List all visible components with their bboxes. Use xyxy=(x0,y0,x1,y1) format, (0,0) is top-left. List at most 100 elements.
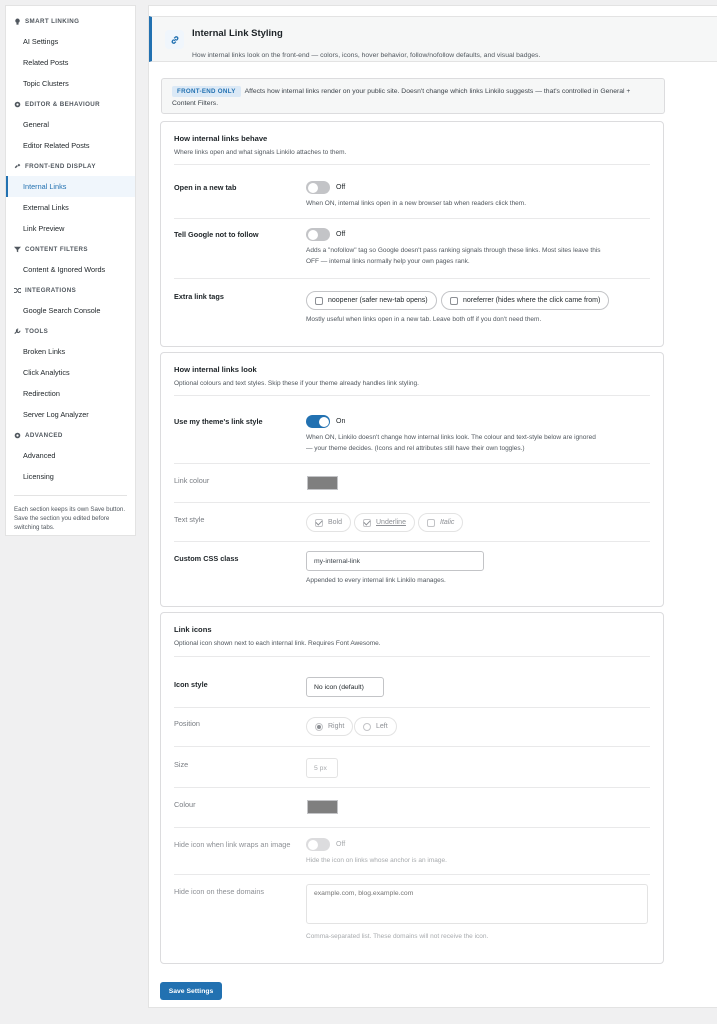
sidebar-item-related-posts[interactable]: Related Posts xyxy=(6,52,135,73)
divider xyxy=(174,746,650,747)
css-class-input[interactable]: my-internal-link xyxy=(306,551,484,571)
text-style-label: Text style xyxy=(174,515,205,524)
position-right-radio[interactable]: Right xyxy=(306,717,354,736)
link-colour-label: Link colour xyxy=(174,476,210,485)
card-title: How internal links behave xyxy=(174,134,268,143)
divider xyxy=(174,827,650,828)
noopener-checkbox[interactable]: noopener (safer new-tab opens) xyxy=(306,291,437,310)
section-title: EDITOR & BEHAVIOUR xyxy=(25,100,101,108)
new-tab-toggle[interactable] xyxy=(306,181,330,194)
sidebar-item-general[interactable]: General xyxy=(6,114,135,135)
position-right-label: Right xyxy=(328,723,345,730)
page-subtitle: How internal links look on the front-end… xyxy=(192,52,541,59)
hide-image-label: Hide icon when link wraps an image xyxy=(174,840,291,849)
card-title: How internal links look xyxy=(174,365,257,374)
sidebar-item-content-ignored-words[interactable]: Content & Ignored Words xyxy=(6,259,135,280)
section-title: CONTENT FILTERS xyxy=(25,245,88,253)
section-title: INTEGRATIONS xyxy=(25,286,77,294)
sb-sec: ADVANCED xyxy=(6,425,135,445)
bold-checkbox[interactable]: Bold xyxy=(306,513,352,532)
divider xyxy=(174,502,650,503)
nofollow-label: Tell Google not to follow xyxy=(174,230,259,239)
css-class-label: Custom CSS class xyxy=(174,554,239,563)
icon-colour-swatch[interactable] xyxy=(307,800,338,814)
sidebar-item-link-preview[interactable]: Link Preview xyxy=(6,218,135,239)
nofollow-state: Off xyxy=(336,231,346,238)
sidebar-item-server-log-analyzer[interactable]: Server Log Analyzer xyxy=(6,404,135,425)
sidebar-item-click-analytics[interactable]: Click Analytics xyxy=(6,362,135,383)
divider xyxy=(174,541,650,542)
sidebar-note: Each section keeps its own Save button. … xyxy=(14,495,127,532)
radio-icon xyxy=(315,722,323,731)
extra-tags-label: Extra link tags xyxy=(174,292,224,301)
sb-sec: EDITOR & BEHAVIOUR xyxy=(6,94,135,114)
theme-style-desc: When ON, Linkilo doesn't change how inte… xyxy=(306,434,596,452)
checkbox-icon xyxy=(427,518,435,527)
hide-image-toggle[interactable] xyxy=(306,838,330,851)
card-subtitle: Optional icon shown next to each interna… xyxy=(174,640,381,647)
icon-style-label: Icon style xyxy=(174,680,208,689)
sidebar-item-google-search-console[interactable]: Google Search Console xyxy=(6,300,135,321)
divider xyxy=(174,463,650,464)
gear-icon xyxy=(14,432,21,438)
hide-image-desc: Hide the icon on links whose anchor is a… xyxy=(306,857,447,864)
sidebar-item-ai-settings[interactable]: AI Settings xyxy=(6,31,135,52)
radio-icon xyxy=(363,722,371,731)
sb-sec: INTEGRATIONS xyxy=(6,280,135,300)
checkbox-icon xyxy=(450,296,458,305)
nofollow-toggle[interactable] xyxy=(306,228,330,241)
theme-style-state: On xyxy=(336,418,346,425)
divider xyxy=(174,787,650,788)
divider xyxy=(174,395,650,396)
css-class-desc: Appended to every internal link Linkilo … xyxy=(306,577,446,584)
sidebar-item-internal-links[interactable]: Internal Links xyxy=(6,176,135,197)
sidebar-item-redirection[interactable]: Redirection xyxy=(6,383,135,404)
sidebar-item-editor-related-posts[interactable]: Editor Related Posts xyxy=(6,135,135,156)
card-subtitle: Where links open and what signals Linkil… xyxy=(174,149,347,156)
section-title: FRONT-END DISPLAY xyxy=(25,162,96,170)
notice-badge: FRONT-END ONLY xyxy=(172,86,241,97)
hide-domains-label: Hide icon on these domains xyxy=(174,887,265,896)
position-label: Position xyxy=(174,719,200,728)
checkbox-icon xyxy=(363,518,371,527)
divider xyxy=(174,218,650,219)
underline-checkbox[interactable]: Underline xyxy=(354,513,415,532)
nofollow-desc: Adds a "nofollow" tag so Google doesn't … xyxy=(306,247,601,265)
sidebar-item-advanced[interactable]: Advanced xyxy=(6,445,135,466)
size-input[interactable]: 5 px xyxy=(306,758,338,778)
sidebar-item-licensing[interactable]: Licensing xyxy=(6,466,135,487)
section-title: ADVANCED xyxy=(25,431,63,439)
card-title: Link icons xyxy=(174,625,212,634)
bulb-icon xyxy=(15,18,20,25)
look-card: How internal links look Optional colours… xyxy=(160,352,664,607)
page-header: Internal Link Styling How internal links… xyxy=(149,16,717,62)
link-colour-swatch[interactable] xyxy=(307,476,338,490)
italic-checkbox[interactable]: Italic xyxy=(418,513,464,532)
wrench-icon xyxy=(14,327,21,334)
behave-card: How internal links behave Where links op… xyxy=(160,121,664,347)
sb-sec: TOOLS xyxy=(6,321,135,341)
gear-icon xyxy=(14,101,21,107)
position-left-radio[interactable]: Left xyxy=(354,717,397,736)
checkbox-icon xyxy=(315,518,323,527)
sidebar-item-topic-clusters[interactable]: Topic Clusters xyxy=(6,73,135,94)
bold-label: Bold xyxy=(328,519,343,526)
sidebar-item-external-links[interactable]: External Links xyxy=(6,197,135,218)
save-settings-button[interactable]: Save Settings xyxy=(160,982,222,1000)
hide-domains-textarea[interactable] xyxy=(306,884,648,924)
divider xyxy=(174,164,650,165)
settings-sidebar: SMART LINKING AI Settings Related Posts … xyxy=(5,5,136,536)
theme-style-toggle[interactable] xyxy=(306,415,330,428)
divider xyxy=(174,874,650,875)
sidebar-item-broken-links[interactable]: Broken Links xyxy=(6,341,135,362)
icon-colour-label: Colour xyxy=(174,800,196,809)
page-title: Internal Link Styling xyxy=(192,28,283,39)
noreferrer-checkbox[interactable]: noreferrer (hides where the click came f… xyxy=(441,291,610,310)
new-tab-state: Off xyxy=(336,184,346,191)
new-tab-desc: When ON, internal links open in a new br… xyxy=(306,200,527,207)
notice-text: Affects how internal links render on you… xyxy=(172,88,631,107)
size-label: Size xyxy=(174,760,189,769)
icon-style-select[interactable]: No icon (default) xyxy=(306,677,384,697)
sb-sec: FRONT-END DISPLAY xyxy=(6,156,135,176)
sb-sec: SMART LINKING xyxy=(6,11,135,31)
